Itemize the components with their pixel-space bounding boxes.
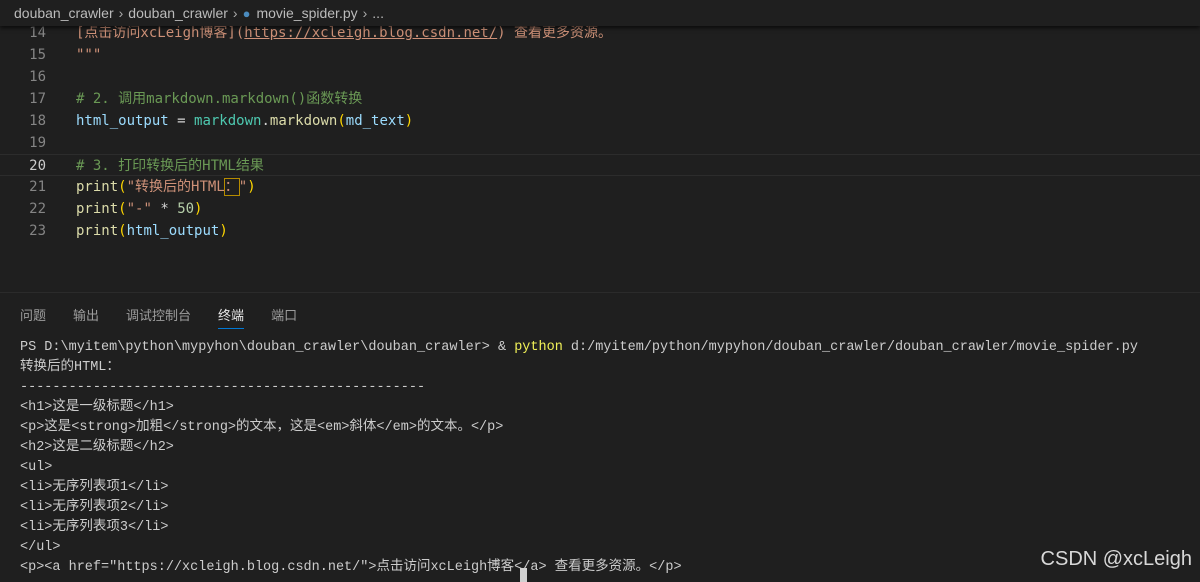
panel-tab[interactable]: 调试控制台 [126,305,191,329]
terminal-line: <li>无序列表项2</li> [20,500,169,515]
code-text: # 3. 打印转换后的HTML结果 [76,155,264,177]
code-token: # 3. 打印转换后的HTML结果 [76,158,264,174]
breadcrumb: douban_crawler › douban_crawler › ● movie_… [0,0,1200,26]
code-line[interactable]: 19 [0,132,1200,154]
terminal-line: <h1>这是一级标题</h1> [20,400,174,415]
breadcrumb-more[interactable]: ... [372,5,384,21]
code-token: = [168,113,195,129]
code-text: print("-" * 50) [76,198,202,220]
terminal-line: <li>无序列表项1</li> [20,480,169,495]
code-token: ( [118,223,127,239]
code-token: ： [223,178,240,196]
code-text: print(html_output) [76,220,228,242]
code-token: html_output [76,113,169,129]
code-token: markdown [269,113,338,129]
code-token: ) [247,179,256,195]
code-token: ) [219,223,228,239]
code-text: """ [76,44,101,66]
code-link[interactable]: https://xcleigh.blog.csdn.net/ [244,25,497,41]
code-token: * [151,201,178,217]
line-number: 21 [29,179,46,195]
breadcrumb-folder-2[interactable]: douban_crawler [128,5,228,21]
code-token: ) [194,201,203,217]
code-token: print [76,201,119,217]
line-number: 16 [29,69,46,85]
code-line[interactable]: 15 """ [0,44,1200,66]
code-token: print [76,179,119,195]
code-token: ( [118,179,127,195]
code-token: html_output [126,223,220,239]
code-line[interactable]: 22 print("-" * 50) [0,198,1200,220]
panel-tabs: 问题 输出 调试控制台 终端 端口 [20,305,324,329]
code-token: markdown [194,113,262,129]
panel-tab[interactable]: 问题 [20,305,46,329]
code-token: print [76,223,119,239]
code-token: ) [404,113,414,129]
bottom-panel: 问题 输出 调试控制台 终端 端口 PS D:\myitem\python\mypyho… [0,292,1200,582]
terminal-output[interactable]: PS D:\myitem\python\mypyhon\douban_crawl… [20,338,1138,578]
code-text: # 2. 调用markdown.markdown()函数转换 [76,88,362,110]
terminal-line: </ul> [20,540,61,555]
code-token: ( [118,201,127,217]
line-number: 20 [29,158,46,174]
breadcrumb-folder-1[interactable]: douban_crawler [14,5,114,21]
code-line[interactable]: 20 # 3. 打印转换后的HTML结果 [0,154,1200,176]
terminal-line: <li>无序列表项3</li> [20,520,169,535]
terminal-line: ----------------------------------------… [20,380,426,395]
chevron-right-icon: › [362,5,368,21]
line-number: 17 [29,91,46,107]
panel-tab[interactable]: 输出 [73,305,99,329]
terminal-line: 转换后的HTML： [20,360,120,375]
terminal-line: <p><a href="https://xcleigh.blog.csdn.ne… [20,560,682,575]
terminal-prompt: PS D:\myitem\python\mypyhon\douban_crawl… [20,340,515,355]
code-token: "-" [126,201,152,217]
terminal-cursor [520,568,527,582]
terminal-command: python [514,340,563,355]
line-number: 22 [29,201,46,217]
line-number: 18 [29,113,46,129]
code-token: . [261,113,270,129]
chevron-right-icon: › [232,5,238,21]
code-line[interactable]: 21 print("转换后的HTML：") [0,176,1200,198]
code-line[interactable]: 23 print(html_output) [0,220,1200,242]
panel-tab[interactable]: 终端 [218,305,245,329]
code-token: """ [76,47,102,63]
code-line[interactable]: 18 html_output = markdown.markdown(md_tex… [0,110,1200,132]
panel-tab[interactable]: 端口 [271,305,297,329]
code-token: 50 [177,201,195,217]
code-token: [点击访问xcLeigh博客]( [76,25,245,41]
terminal-line: <p>这是<strong>加粗</strong>的文本，这是<em>斜体</em… [20,420,504,435]
line-number: 23 [29,223,46,239]
python-file-icon: ● [242,5,251,21]
terminal-command-args: d:/myitem/python/mypyhon/douban_crawler/… [562,340,1138,355]
code-text: print("转换后的HTML：") [76,176,256,198]
code-token: ) 查看更多资源。 [497,25,613,41]
code-token: # 2. 调用markdown.markdown()函数转换 [76,91,363,107]
code-token: ( [337,113,346,129]
code-token: md_text [345,113,405,129]
chevron-right-icon: › [118,5,124,21]
line-number: 15 [29,47,46,63]
line-number: 19 [29,135,46,151]
watermark: CSDN @xcLeigh [1040,548,1192,570]
code-text: html_output = markdown.markdown(md_text) [76,110,413,132]
code-line[interactable]: 17 # 2. 调用markdown.markdown()函数转换 [0,88,1200,110]
breadcrumb-file[interactable]: movie_spider.py [256,5,357,21]
terminal-line: <h2>这是二级标题</h2> [20,440,174,455]
terminal-line: <ul> [20,460,53,475]
code-line[interactable]: 16 [0,66,1200,88]
code-token: "转换后的HTML [126,179,225,195]
code-token: " [238,179,248,195]
